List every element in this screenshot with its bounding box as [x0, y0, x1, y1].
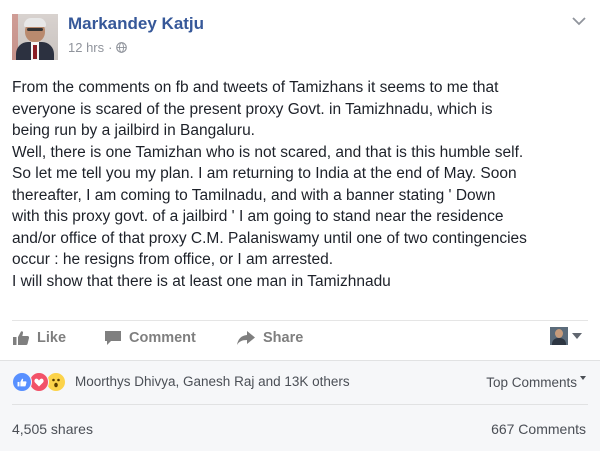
wow-reaction-icon [46, 372, 66, 392]
like-label: Like [37, 330, 67, 346]
post-line: So let me tell you my plan. I am returni… [12, 165, 517, 182]
caret-down-icon[interactable] [572, 333, 582, 339]
post-line: occur : he resigns from office, or I am … [12, 251, 334, 268]
divider [12, 320, 588, 321]
share-label: Share [263, 330, 304, 346]
post-header: Markandey Katju 12 hrs · [0, 0, 600, 62]
avatar-tie [33, 45, 37, 59]
post-line: I will show that there is at least one m… [12, 272, 391, 290]
comment-label: Comment [129, 330, 196, 346]
shares-count[interactable]: 4,505 shares [12, 421, 93, 437]
top-comments-dropdown[interactable]: Top Comments [486, 375, 586, 390]
like-button[interactable]: Like [12, 330, 66, 346]
post-line: with this proxy govt. of a jailbird ' I … [12, 208, 504, 225]
divider [12, 404, 588, 405]
avatar-glasses [27, 28, 43, 31]
post-meta: 12 hrs · [68, 40, 128, 55]
reaction-icons[interactable] [12, 372, 66, 392]
like-reaction-icon [12, 372, 32, 392]
top-comments-label: Top Comments [486, 375, 577, 390]
post-line: thereafter, I am coming to Tamilnadu, an… [12, 186, 496, 204]
avatar-hair [24, 18, 46, 27]
caret-down-icon [580, 376, 586, 381]
reactors-summary[interactable]: Moorthys Dhivya, Ganesh Raj and 13K othe… [75, 374, 350, 389]
author-avatar[interactable] [12, 14, 58, 60]
comments-count[interactable]: 667 Comments [491, 421, 586, 437]
globe-icon[interactable] [116, 42, 128, 53]
comment-button[interactable]: Comment [104, 330, 196, 346]
viewer-avatar-head [555, 329, 563, 338]
thumbs-up-icon [13, 331, 30, 345]
post-body: From the comments on fb and tweets of Ta… [12, 77, 594, 292]
post-line: and/or office of that proxy C.M. Palanis… [12, 229, 527, 247]
viewer-avatar-body [552, 338, 566, 345]
post-line: From the comments on fb and tweets of Ta… [12, 79, 499, 96]
share-arrow-icon [237, 331, 255, 345]
post-line: Well, there is one Tamizhan who is not s… [12, 143, 524, 161]
post-line: being run by a jailbird in Bangaluru. [12, 122, 255, 139]
love-reaction-icon [29, 372, 49, 392]
chevron-down-icon[interactable] [572, 16, 586, 26]
post-timestamp[interactable]: 12 hrs [68, 40, 104, 55]
viewer-avatar[interactable] [550, 327, 568, 345]
author-name[interactable]: Markandey Katju [68, 14, 204, 34]
post-line: everyone is scared of the present proxy … [12, 100, 493, 118]
share-button[interactable]: Share [236, 330, 303, 346]
comment-icon [105, 331, 121, 345]
action-bar: Like Comment Share [0, 324, 600, 356]
meta-separator: · [108, 40, 113, 55]
